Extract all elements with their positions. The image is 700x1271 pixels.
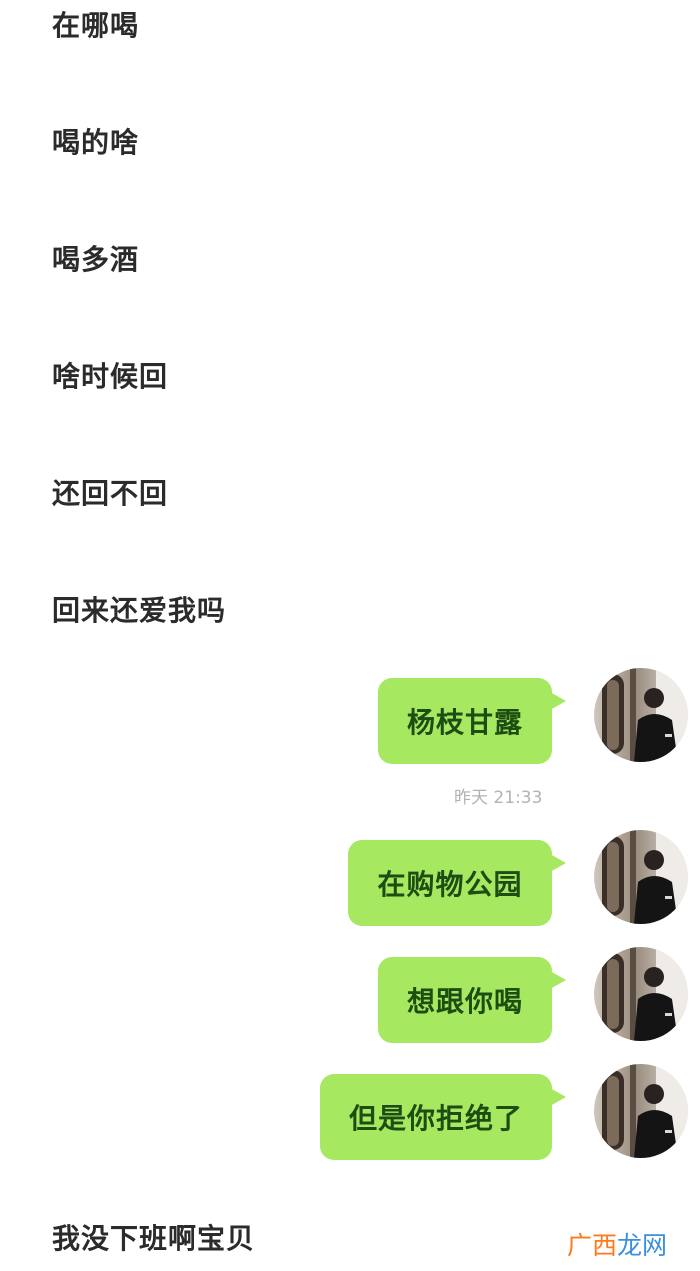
received-message: 喝多酒 bbox=[52, 243, 140, 276]
sent-message-bubble[interactable]: 想跟你喝 bbox=[378, 957, 566, 1043]
user-avatar[interactable] bbox=[594, 668, 688, 762]
sent-message-bubble[interactable]: 杨枝甘露 bbox=[378, 678, 566, 764]
sent-message-text: 但是你拒绝了 bbox=[348, 1102, 523, 1135]
user-avatar[interactable] bbox=[594, 830, 688, 924]
sent-message-text: 在购物公园 bbox=[377, 868, 523, 901]
avatar-photo-icon bbox=[594, 1064, 688, 1158]
sent-message-bubble[interactable]: 在购物公园 bbox=[348, 840, 566, 926]
received-message: 啥时候回 bbox=[52, 360, 169, 393]
sent-message-text: 想跟你喝 bbox=[406, 985, 523, 1018]
received-message: 我没下班啊宝贝 bbox=[52, 1222, 256, 1255]
user-avatar[interactable] bbox=[594, 1064, 688, 1158]
watermark: 广西龙网 bbox=[567, 1226, 667, 1262]
avatar-photo-icon bbox=[594, 947, 688, 1041]
user-avatar[interactable] bbox=[594, 947, 688, 1041]
watermark-part: 龙网 bbox=[617, 1231, 668, 1260]
received-message: 喝的啥 bbox=[52, 126, 140, 159]
watermark-part: 广西 bbox=[567, 1231, 618, 1260]
received-message: 回来还爱我吗 bbox=[52, 594, 227, 627]
timestamp: 昨天 21:33 bbox=[454, 788, 543, 808]
received-message: 还回不回 bbox=[52, 477, 169, 510]
sent-message-bubble[interactable]: 但是你拒绝了 bbox=[320, 1074, 566, 1160]
received-message: 在哪喝 bbox=[52, 9, 140, 42]
avatar-photo-icon bbox=[594, 830, 688, 924]
avatar-photo-icon bbox=[594, 668, 688, 762]
sent-message-text: 杨枝甘露 bbox=[406, 706, 523, 739]
